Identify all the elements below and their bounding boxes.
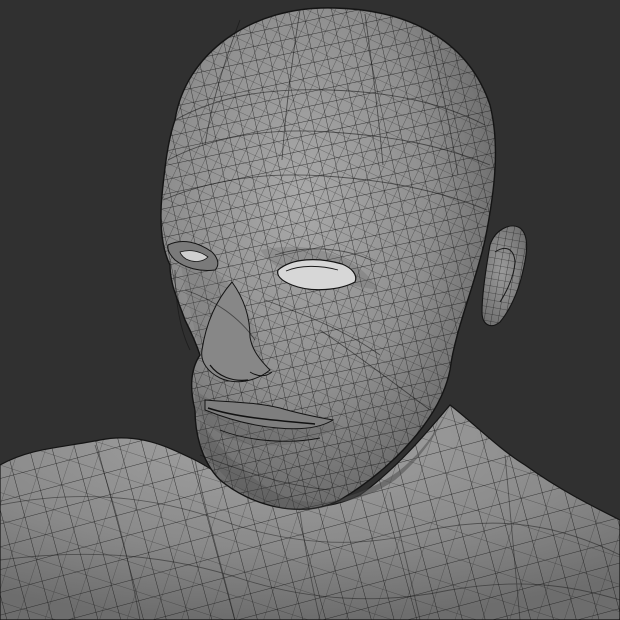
mesh-render [0,0,620,620]
3d-viewport[interactable] [0,0,620,620]
